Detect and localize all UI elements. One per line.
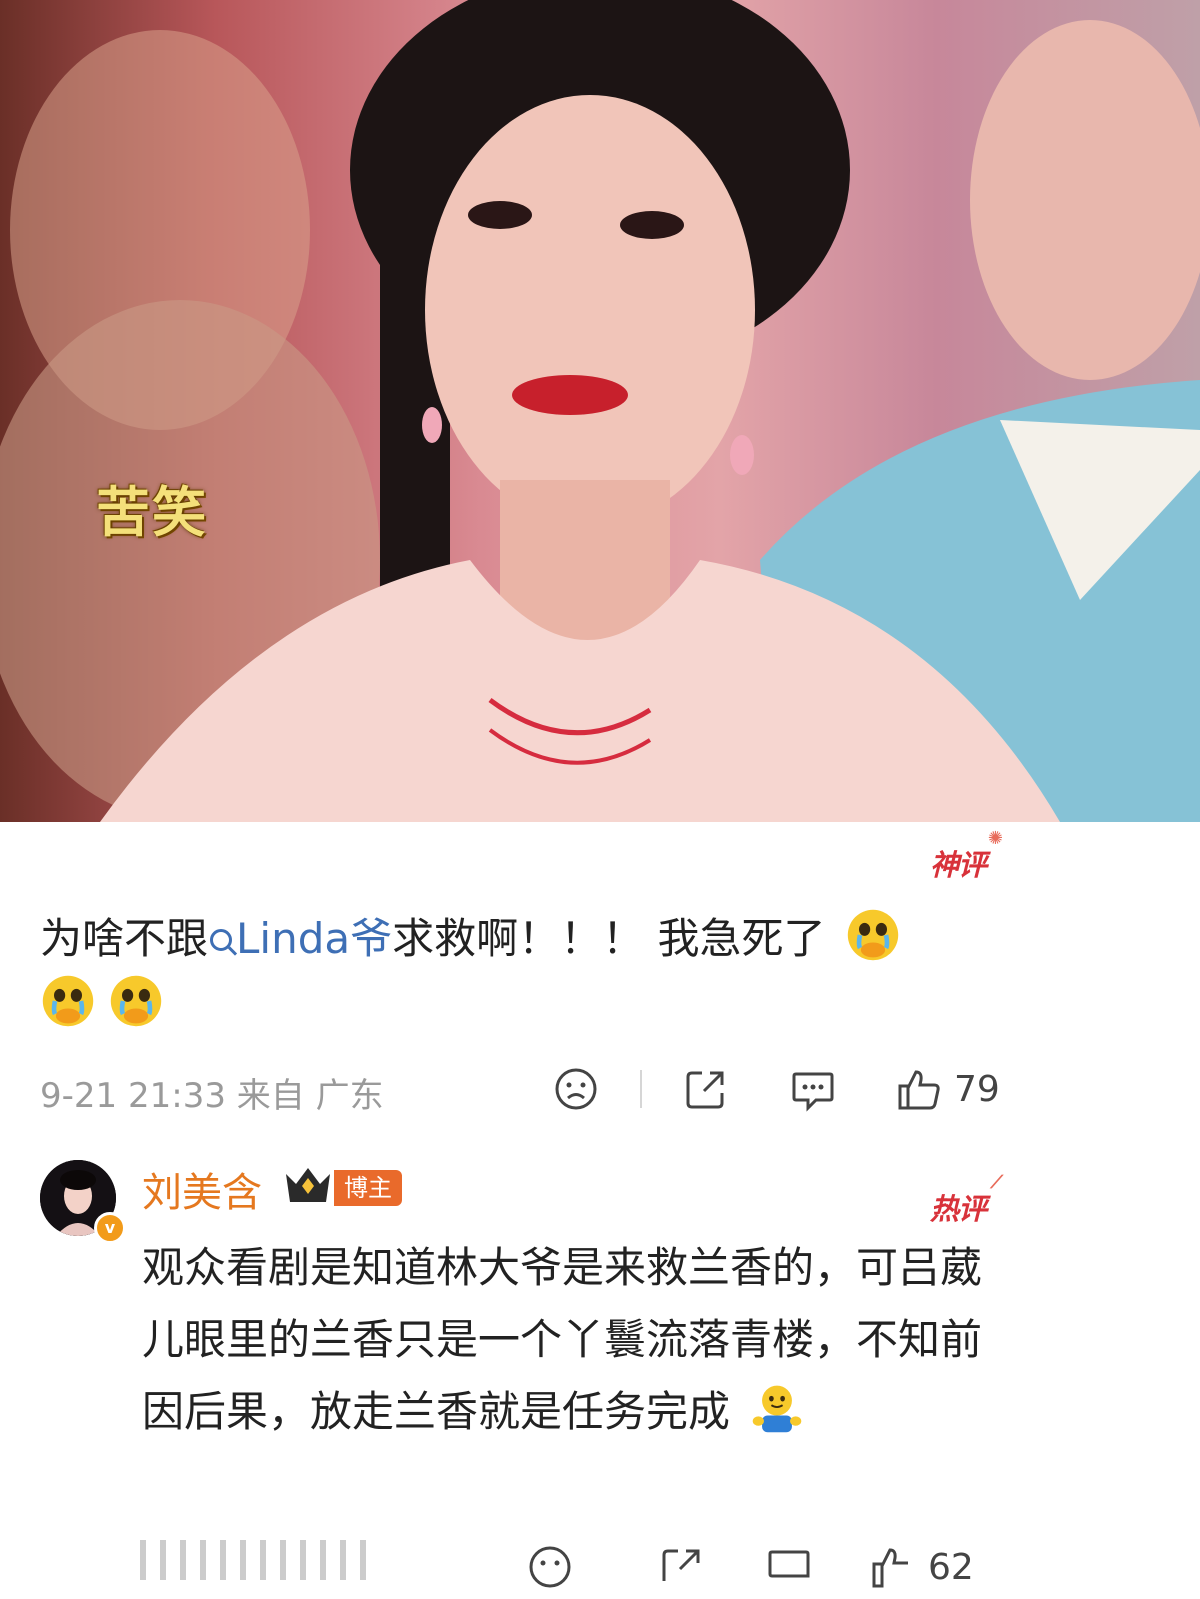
share-icon (686, 1071, 724, 1109)
like-count: 79 (954, 1068, 1000, 1110)
thumbs-up-icon (898, 1070, 940, 1110)
comment-1-text: 为啥不跟 Linda爷求救啊！！！ 我急死了 (40, 906, 980, 1038)
comment-1-meta-row: 9-21 21:33 来自 广东 79 (40, 1062, 1020, 1116)
video-still (0, 0, 1200, 822)
reply-button[interactable] (766, 1540, 812, 1594)
verified-badge-icon: v (94, 1212, 126, 1244)
sad-face-icon (555, 1068, 597, 1110)
flame-wings-icon: ⟋ (990, 1172, 1003, 1193)
video-frame[interactable]: 苦笑 (0, 0, 1200, 822)
comment-2-meta-row: 62 (40, 1540, 1040, 1599)
author-name[interactable]: 刘美含 (142, 1160, 262, 1218)
search-icon (210, 929, 233, 951)
comment-icon (768, 1550, 810, 1578)
like-count: 62 (928, 1546, 974, 1588)
thumbs-up-icon (872, 1548, 908, 1588)
crying-face-emoji-icon (42, 975, 94, 1027)
share-button[interactable] (684, 1062, 728, 1116)
share-button[interactable] (660, 1540, 704, 1594)
crying-face-emoji-icon (847, 909, 899, 961)
comment-timestamp: 9-21 21:33 来自 广东 (40, 1076, 384, 1116)
divider (640, 1070, 642, 1108)
like-button[interactable]: 79 (896, 1062, 1000, 1116)
dislike-button[interactable] (528, 1540, 572, 1594)
video-subtitle-caption: 苦笑 (96, 480, 208, 544)
like-button[interactable]: 62 (870, 1540, 974, 1594)
sad-face-icon (529, 1546, 571, 1588)
crown-icon (286, 1168, 330, 1202)
redacted-timestamp (140, 1540, 366, 1580)
sparkle-icon: ✺ (987, 828, 1003, 849)
share-icon (662, 1549, 700, 1581)
reply-button[interactable] (790, 1062, 836, 1116)
blogger-tag: 博主 (334, 1170, 402, 1206)
comment-icon (792, 1072, 834, 1112)
mention-link[interactable]: Linda爷 (208, 914, 392, 963)
hug-emoji-icon (753, 1385, 802, 1433)
dislike-button[interactable] (554, 1062, 598, 1116)
divine-comment-badge: 神评 ✺ (930, 828, 1003, 882)
comment-2-text: 观众看剧是知道林大爷是来救兰香的，可吕葳儿眼里的兰香只是一个丫鬟流落青楼，不知前… (142, 1243, 983, 1436)
crying-face-emoji-icon (110, 975, 162, 1027)
hot-comment-badge: 热评 ⟋ (930, 1172, 1003, 1226)
